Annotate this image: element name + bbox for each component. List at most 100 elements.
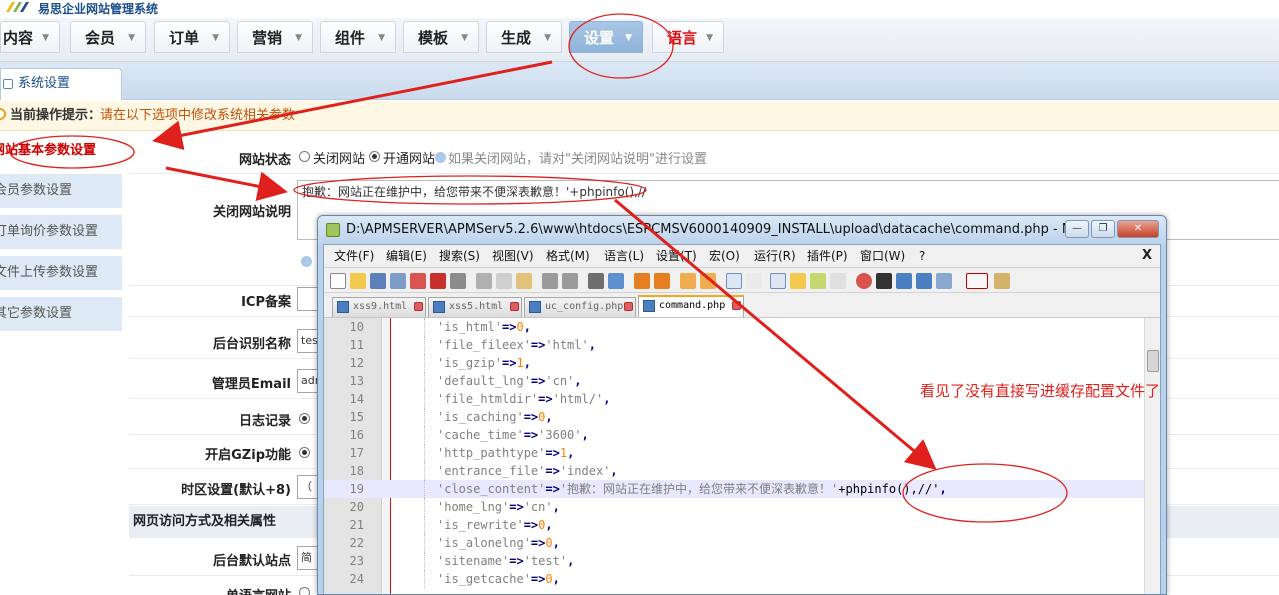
sidebar-item-other-params[interactable]: 其它参数设置 (0, 297, 122, 331)
document-close-button[interactable]: X (1142, 245, 1152, 267)
code-comma: , (567, 446, 575, 460)
save-macro-icon[interactable] (936, 273, 952, 289)
line-number: 20 (349, 500, 364, 514)
menu-run[interactable]: 运行(R) (754, 245, 796, 267)
nav-tab-settings[interactable]: 设置 ▼ (569, 21, 643, 53)
notepad-menubar: 文件(F) 编辑(E) 搜索(S) 视图(V) 格式(M) 语言(L) 设置(T… (324, 245, 1160, 267)
log-radio[interactable] (299, 413, 310, 424)
subtab-system-settings[interactable]: 系统设置 (0, 68, 122, 100)
cut-icon[interactable] (476, 273, 492, 289)
menu-search[interactable]: 搜索(S) (439, 245, 480, 267)
nav-tab-language[interactable]: 语言 ▼ (652, 21, 724, 53)
nav-tab-member[interactable]: 会员 ▼ (70, 21, 146, 53)
nav-tab-marketing[interactable]: 营销 ▼ (237, 21, 313, 53)
save-all-icon[interactable] (390, 273, 406, 289)
tab-close-icon[interactable] (414, 302, 423, 311)
minimize-button[interactable]: — (1065, 220, 1089, 238)
code-line[interactable]: 17 'http_pathtype'=>1, (324, 444, 1144, 462)
new-file-icon[interactable] (330, 273, 346, 289)
file-tab[interactable]: xss5.html (428, 297, 522, 317)
sync-horizontal-icon[interactable] (700, 273, 716, 289)
sidebar-item-upload-params[interactable]: 文件上传参数设置 (0, 256, 122, 290)
zoom-in-icon[interactable] (634, 273, 650, 289)
code-line[interactable]: 12 'is_gzip'=>1, (324, 354, 1144, 372)
zoom-out-icon[interactable] (654, 273, 670, 289)
doc-map-icon[interactable] (790, 273, 806, 289)
app-title: 易思企业网站管理系统 (38, 2, 159, 16)
open-file-icon[interactable] (350, 273, 366, 289)
menu-macro[interactable]: 宏(O) (709, 245, 740, 267)
record-macro-icon[interactable] (856, 273, 872, 289)
paste-icon[interactable] (516, 273, 532, 289)
site-open-radio[interactable] (369, 151, 380, 162)
nav-tab-order[interactable]: 订单 ▼ (154, 21, 230, 53)
scrollbar-thumb[interactable] (1147, 350, 1159, 372)
menu-language[interactable]: 语言(L) (604, 245, 644, 267)
save-icon[interactable] (370, 273, 386, 289)
menu-window[interactable]: 窗口(W) (860, 245, 905, 267)
file-tab[interactable]: xss9.html (332, 297, 426, 317)
menu-plugins[interactable]: 插件(P) (807, 245, 848, 267)
replace-icon[interactable] (608, 273, 624, 289)
menu-edit[interactable]: 编辑(E) (386, 245, 427, 267)
function-list-icon[interactable] (810, 273, 826, 289)
run-macro-multiple-icon[interactable] (916, 273, 932, 289)
file-tab[interactable]: uc_config.php (524, 297, 636, 317)
code-line[interactable]: 10 'is_html'=>0, (324, 318, 1144, 336)
site-closed-radio[interactable] (299, 151, 310, 162)
info-icon (0, 108, 6, 120)
code-line[interactable]: 18 'entrance_file'=>'index', (324, 462, 1144, 480)
code-line[interactable]: 16 'cache_time'=>'3600', (324, 426, 1144, 444)
code-editor[interactable]: 10'is_html'=>0, 11'file_fileex'=>'html', 1… (324, 317, 1160, 594)
play-macro-icon[interactable] (896, 273, 912, 289)
code-line[interactable]: 22 'is_alonelng'=>0, (324, 534, 1144, 552)
nav-tab-templates[interactable]: 模板 ▼ (403, 21, 479, 53)
stop-macro-icon[interactable] (876, 273, 892, 289)
print-icon[interactable] (450, 273, 466, 289)
menu-settings[interactable]: 设置(T) (656, 245, 697, 267)
sidebar-item-order-params[interactable]: 订单询价参数设置 (0, 215, 122, 249)
code-line[interactable]: 24 'is_getcache'=>0, (324, 570, 1144, 588)
plugin-icon[interactable] (994, 273, 1010, 289)
sidebar-item-member-params[interactable]: 会员参数设置 (0, 174, 122, 208)
code-line[interactable]: 15 'is_caching'=>0, (324, 408, 1144, 426)
close-all-icon[interactable] (430, 273, 446, 289)
indent-guide-icon[interactable] (770, 273, 786, 289)
code-line[interactable]: 20 'home_lng'=>'cn', (324, 498, 1144, 516)
code-line[interactable]: 21 'is_rewrite'=>0, (324, 516, 1144, 534)
show-all-chars-icon[interactable] (746, 273, 762, 289)
nav-tab-generate[interactable]: 生成 ▼ (486, 21, 562, 53)
undo-icon[interactable] (542, 273, 558, 289)
redo-icon[interactable] (562, 273, 578, 289)
code-operator: => (545, 446, 560, 460)
menu-view[interactable]: 视图(V) (492, 245, 534, 267)
sync-vertical-icon[interactable] (680, 273, 696, 289)
tab-close-icon[interactable] (732, 301, 741, 310)
word-wrap-icon[interactable] (726, 273, 742, 289)
menu-file[interactable]: 文件(F) (334, 245, 374, 267)
code-line[interactable]: 23 'sitename'=>'test', (324, 552, 1144, 570)
code-line[interactable]: 19 'close_content'=>'抱歉：网站正在维护中，给您带来不便深表歉… (324, 480, 1144, 498)
vertical-scrollbar[interactable] (1144, 318, 1160, 594)
copy-icon[interactable] (496, 273, 512, 289)
find-icon[interactable] (588, 273, 604, 289)
notepad-titlebar[interactable]: D:\APMSERVER\APMServ5.2.6\www\htdocs\ESP… (318, 216, 1166, 244)
spell-check-icon[interactable] (966, 273, 988, 289)
menu-format[interactable]: 格式(M) (546, 245, 590, 267)
menu-help[interactable]: ? (919, 245, 925, 267)
code-line[interactable]: 11 'file_fileex'=>'html', (324, 336, 1144, 354)
tab-close-icon[interactable] (624, 302, 633, 311)
nav-tab-content[interactable]: 内容 ▼ (0, 21, 60, 53)
nav-tab-components[interactable]: 组件 ▼ (320, 21, 396, 53)
indent-guide (424, 318, 425, 336)
code-key: 'file_fileex' (437, 338, 531, 352)
tab-close-icon[interactable] (510, 302, 519, 311)
single-lang-radio[interactable] (299, 587, 310, 595)
file-tab-active[interactable]: command.php (638, 295, 744, 317)
close-file-icon[interactable] (410, 273, 426, 289)
restore-button[interactable]: ❐ (1091, 220, 1115, 238)
close-button[interactable]: ✕ (1117, 220, 1159, 238)
sidebar-item-basic-params[interactable]: 网站基本参数设置 (0, 133, 122, 169)
gzip-radio[interactable] (299, 447, 310, 458)
folder-workspace-icon[interactable] (830, 273, 846, 289)
